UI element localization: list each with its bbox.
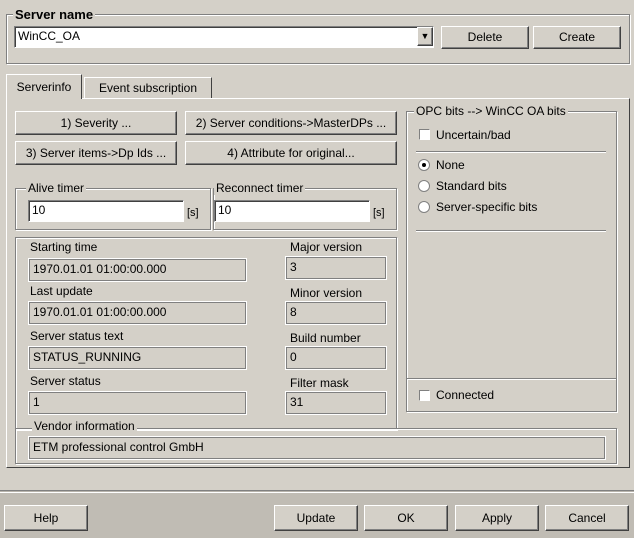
opc-bits-legend: OPC bits --> WinCC OA bits	[414, 104, 568, 118]
connected-checkbox[interactable]	[419, 390, 430, 401]
major-version-field: 3	[285, 256, 387, 280]
reconnect-timer-label: Reconnect timer	[214, 181, 306, 195]
starting-time-field: 1970.01.01 01:00:00.000	[28, 258, 247, 282]
radio-standard-bits-label: Standard bits	[436, 179, 507, 193]
uncertain-label: Uncertain/bad	[436, 128, 511, 142]
dropdown-arrow-button[interactable]: ▼	[417, 27, 433, 46]
vendor-label: Vendor information	[32, 419, 137, 433]
major-version-label: Major version	[290, 240, 363, 254]
server-status-label: Server status	[30, 374, 101, 388]
server-select-value: WinCC_OA	[18, 29, 81, 43]
server-name-legend: Server name	[13, 7, 96, 22]
opc-bits-group	[406, 111, 617, 412]
radio-server-specific-bits-label: Server-specific bits	[436, 200, 538, 214]
last-update-field: 1970.01.01 01:00:00.000	[28, 301, 247, 325]
apply-button[interactable]: Apply	[455, 505, 539, 531]
update-button[interactable]: Update	[274, 505, 358, 531]
opc-divider-bottom	[416, 230, 606, 232]
tab-event-subscription[interactable]: Event subscription	[84, 77, 212, 98]
last-update-label: Last update	[30, 284, 93, 298]
create-button[interactable]: Create	[533, 26, 621, 49]
opc-divider-top	[416, 151, 606, 153]
reconnect-timer-input[interactable]: 10	[214, 200, 370, 222]
chevron-down-icon: ▼	[420, 31, 430, 41]
build-number-label: Build number	[290, 331, 361, 345]
server-status-field: 1	[28, 391, 247, 415]
filter-mask-label: Filter mask	[290, 376, 349, 390]
attribute-button[interactable]: 4) Attribute for original...	[185, 141, 397, 165]
tab-event-subscription-label: Event subscription	[98, 81, 198, 95]
status-text-field: STATUS_RUNNING	[28, 346, 247, 370]
delete-button[interactable]: Delete	[441, 26, 529, 49]
cancel-button[interactable]: Cancel	[545, 505, 629, 531]
alive-timer-input[interactable]: 10	[28, 200, 184, 222]
tab-serverinfo-label: Serverinfo	[16, 80, 72, 94]
severity-button[interactable]: 1) Severity ...	[15, 111, 177, 135]
build-number-field: 0	[285, 346, 387, 370]
radio-standard-bits[interactable]	[418, 180, 430, 192]
status-text-label: Server status text	[30, 329, 124, 343]
alive-timer-unit: [s]	[187, 207, 199, 219]
minor-version-field: 8	[285, 301, 387, 325]
connected-label: Connected	[436, 388, 495, 402]
opc-divider-connected	[407, 378, 616, 380]
filter-mask-field: 31	[285, 391, 387, 415]
uncertain-checkbox[interactable]	[419, 129, 430, 140]
help-button[interactable]: Help	[4, 505, 88, 531]
vendor-field: ETM professional control GmbH	[28, 436, 606, 460]
radio-none-label: None	[436, 158, 465, 172]
radio-server-specific-bits[interactable]	[418, 201, 430, 213]
server-conditions-button[interactable]: 2) Server conditions->MasterDPs ...	[185, 111, 397, 135]
ok-button[interactable]: OK	[364, 505, 448, 531]
tab-serverinfo[interactable]: Serverinfo	[6, 74, 82, 99]
alive-timer-label: Alive timer	[26, 181, 87, 195]
reconnect-timer-unit: [s]	[373, 207, 385, 219]
server-items-button[interactable]: 3) Server items->Dp Ids ...	[15, 141, 177, 165]
radio-none[interactable]	[418, 159, 430, 171]
server-select[interactable]: WinCC_OA ▼	[14, 26, 434, 48]
starting-time-label: Starting time	[30, 240, 98, 254]
minor-version-label: Minor version	[290, 286, 363, 300]
